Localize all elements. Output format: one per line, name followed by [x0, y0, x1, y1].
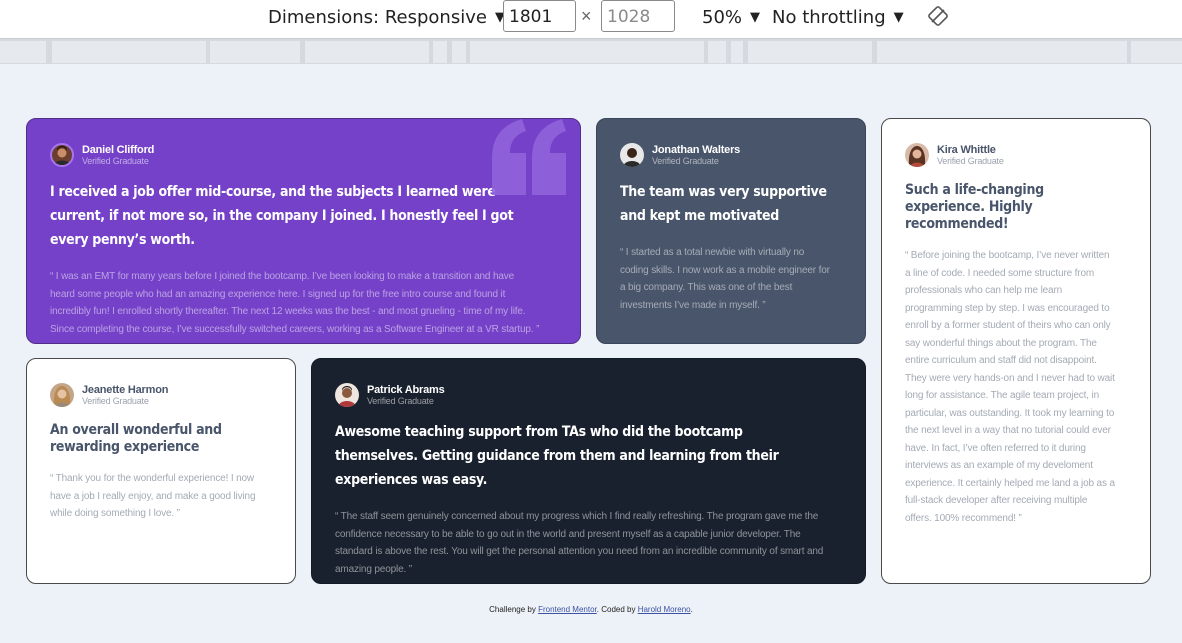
testimonial-card-kira: Kira Whittle Verified Graduate Such a li…	[881, 118, 1151, 584]
throttling-dropdown[interactable]: No throttling ▼	[772, 4, 904, 30]
testimonial-headline: Awesome teaching support from TAs who di…	[335, 424, 779, 488]
testimonial-quote: “ The staff seem genuinely concerned abo…	[335, 511, 824, 575]
page-viewport: Daniel Clifford Verified Graduate I rece…	[0, 64, 1182, 643]
author-name: Daniel Clifford	[82, 143, 155, 156]
avatar	[335, 383, 359, 407]
avatar	[50, 143, 74, 167]
testimonial-headline: The team was very supportive and kept me…	[620, 184, 827, 224]
author-status: Verified Graduate	[652, 155, 719, 166]
quotation-mark-icon	[492, 119, 566, 195]
times-separator: ×	[581, 6, 592, 26]
author-status: Verified Graduate	[367, 395, 434, 406]
avatar	[905, 143, 929, 167]
author-name: Jonathan Walters	[652, 143, 741, 156]
avatar	[620, 143, 644, 167]
frontend-mentor-link[interactable]: Frontend Mentor	[538, 605, 597, 614]
testimonial-quote: “ Before joining the bootcamp, I’ve neve…	[905, 250, 1115, 524]
rotate-icon[interactable]	[927, 5, 949, 27]
author-block: Daniel Clifford Verified Graduate	[50, 143, 558, 167]
throttling-label: No throttling	[772, 6, 886, 28]
author-status: Verified Graduate	[82, 155, 149, 166]
device-toolbar: Dimensions: Responsive ▼ 1801 × 1028 50%…	[0, 0, 1182, 38]
testimonial-quote: “ I was an EMT for many years before I j…	[50, 271, 540, 335]
testimonial-card-jeanette: Jeanette Harmon Verified Graduate An ove…	[26, 358, 296, 584]
author-status: Verified Graduate	[937, 155, 1004, 166]
footer-text: .	[690, 605, 693, 614]
testimonial-card-jonathan: Jonathan Walters Verified Graduate The t…	[596, 118, 866, 344]
author-link[interactable]: Harold Moreno	[638, 605, 691, 614]
zoom-dropdown[interactable]: 50% ▼	[702, 4, 760, 30]
footer-text: . Coded by	[596, 605, 638, 614]
zoom-label: 50%	[702, 6, 743, 28]
author-block: Patrick Abrams Verified Graduate	[335, 383, 843, 407]
author-name: Jeanette Harmon	[82, 383, 169, 396]
testimonial-quote: “ Thank you for the wonderful experience…	[50, 473, 256, 519]
avatar	[50, 383, 74, 407]
dimensions-dropdown[interactable]: Dimensions: Responsive ▼	[268, 4, 505, 30]
dimensions-label: Dimensions: Responsive	[268, 6, 487, 28]
author-name: Patrick Abrams	[367, 383, 445, 396]
media-query-ruler[interactable]	[0, 38, 1182, 64]
chevron-down-icon: ▼	[750, 9, 761, 25]
author-block: Kira Whittle Verified Graduate	[905, 143, 1128, 167]
footer-text: Challenge by	[489, 605, 539, 614]
height-input[interactable]: 1028	[601, 0, 675, 32]
author-name: Kira Whittle	[937, 143, 996, 156]
width-input[interactable]: 1801	[503, 0, 576, 32]
author-block: Jonathan Walters Verified Graduate	[620, 143, 843, 167]
author-block: Jeanette Harmon Verified Graduate	[50, 383, 273, 407]
testimonial-headline: Such a life-changing experience. Highly …	[905, 182, 1044, 232]
attribution-footer: Challenge by Frontend Mentor. Coded by H…	[0, 605, 1182, 614]
chevron-down-icon: ▼	[893, 9, 904, 25]
testimonial-headline: An overall wonderful and rewarding exper…	[50, 422, 222, 455]
testimonial-card-patrick: Patrick Abrams Verified Graduate Awesome…	[311, 358, 866, 584]
testimonial-headline: I received a job offer mid-course, and t…	[50, 184, 514, 248]
testimonial-quote: “ I started as a total newbie with virtu…	[620, 247, 830, 311]
testimonial-card-daniel: Daniel Clifford Verified Graduate I rece…	[26, 118, 581, 344]
author-status: Verified Graduate	[82, 395, 149, 406]
